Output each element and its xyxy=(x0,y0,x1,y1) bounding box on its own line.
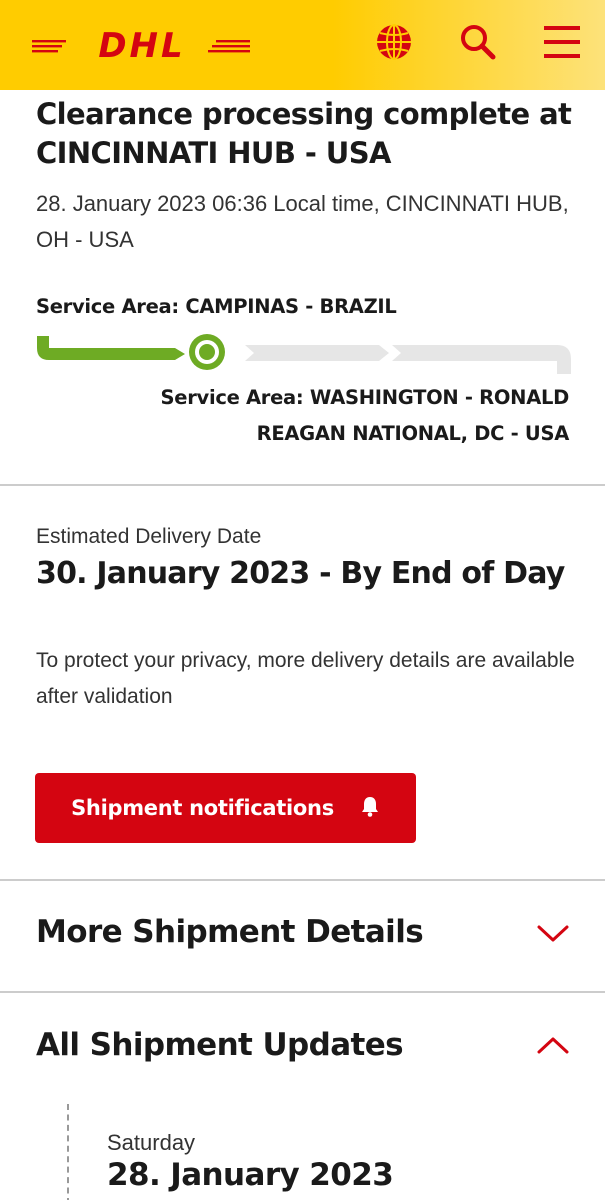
estimated-delivery-label: Estimated Delivery Date xyxy=(36,525,262,548)
dhl-logo-text: DHL xyxy=(98,26,185,64)
divider xyxy=(0,879,605,881)
origin-service-area: Service Area: CAMPINAS - BRAZIL xyxy=(36,295,397,318)
divider xyxy=(0,991,605,993)
privacy-note: To protect your privacy, more delivery d… xyxy=(36,649,575,708)
globe-icon[interactable] xyxy=(372,20,416,64)
timeline-date: 28. January 2023 xyxy=(107,1157,394,1193)
bell-icon xyxy=(360,795,380,822)
chevron-down-icon[interactable] xyxy=(536,923,570,945)
timeline-day: Saturday xyxy=(107,1130,196,1155)
shipment-notifications-label: Shipment notifications xyxy=(71,796,334,820)
status-time-location: 28. January 2023 06:36 Local time, CINCI… xyxy=(36,191,569,252)
status-title: Clearance processing complete at CINCINN… xyxy=(36,97,572,170)
divider xyxy=(0,484,605,486)
site-header: DHL xyxy=(0,0,605,90)
progress-remaining-segment xyxy=(245,345,389,361)
chevron-up-icon[interactable] xyxy=(536,1034,570,1056)
more-shipment-details-title[interactable]: More Shipment Details xyxy=(36,914,424,950)
all-shipment-updates-title[interactable]: All Shipment Updates xyxy=(36,1027,404,1063)
shipment-notifications-button[interactable]: Shipment notifications xyxy=(35,773,416,843)
estimated-delivery-date: 30. January 2023 - By End of Day xyxy=(36,556,565,591)
shipment-progress-bar xyxy=(35,330,575,374)
progress-remaining-segment xyxy=(392,345,571,374)
menu-icon[interactable] xyxy=(540,20,584,64)
destination-service-area: Service Area: WASHINGTON - RONALD REAGAN… xyxy=(160,386,570,445)
timeline-line xyxy=(67,1104,69,1200)
progress-complete-segment xyxy=(37,336,185,360)
dhl-logo[interactable]: DHL xyxy=(32,26,250,66)
search-icon[interactable] xyxy=(455,20,499,64)
